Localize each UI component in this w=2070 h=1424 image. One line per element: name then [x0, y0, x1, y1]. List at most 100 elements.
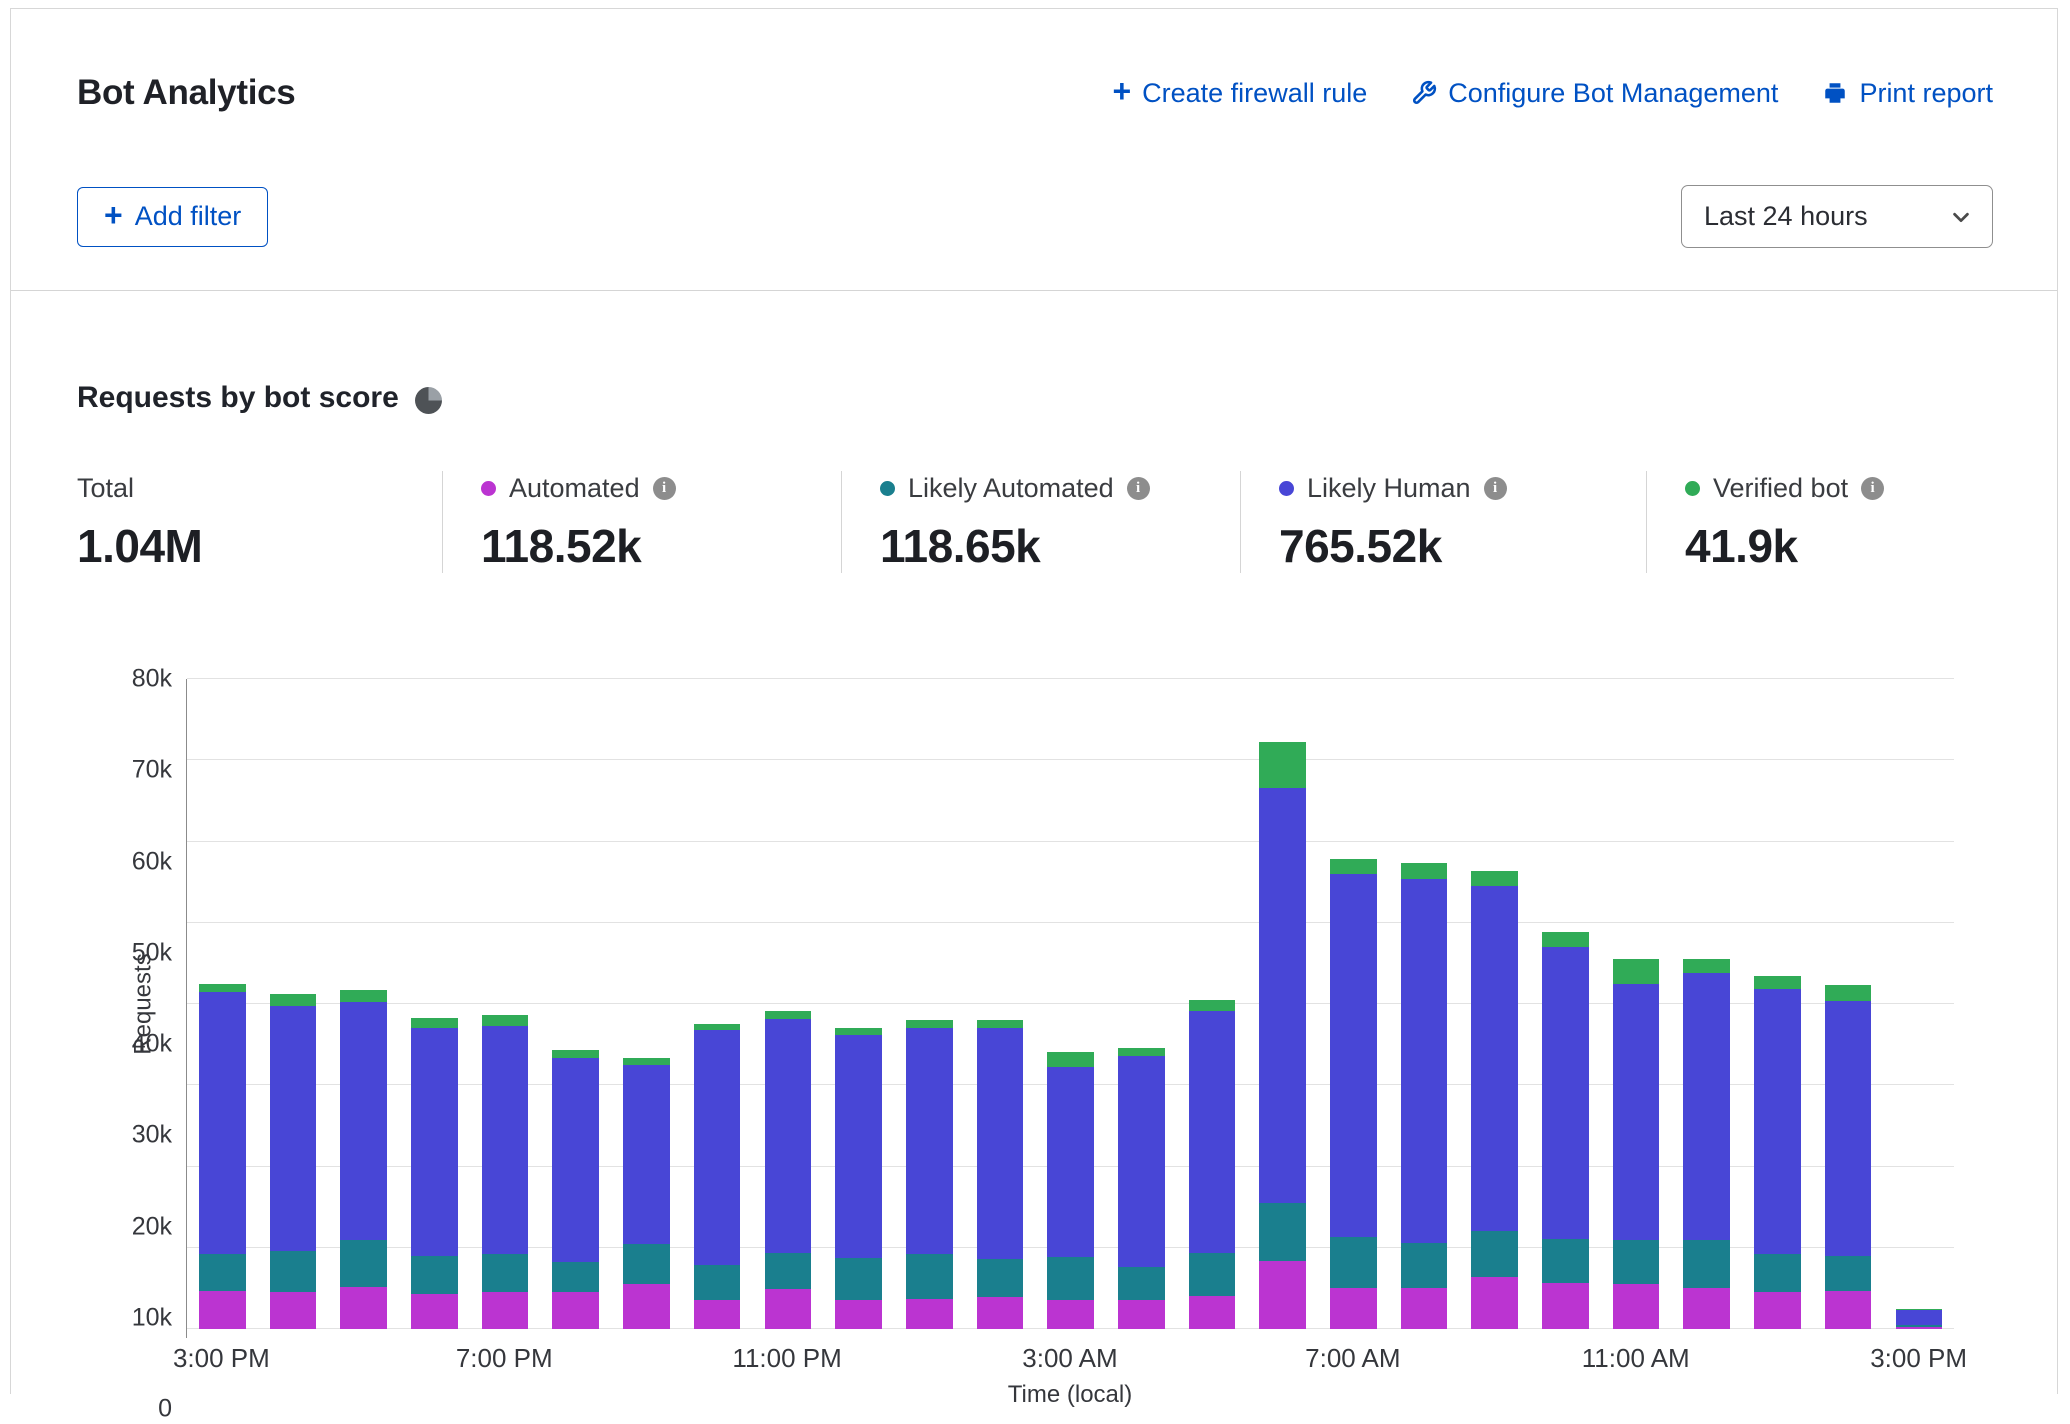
- bar-segment: [1683, 1240, 1730, 1288]
- bar-segment: [1613, 1240, 1660, 1284]
- bar-segment: [906, 1254, 953, 1299]
- bar-segment: [1471, 1231, 1518, 1277]
- bar-segment: [552, 1262, 599, 1292]
- x-axis-tick-label: [1176, 1337, 1247, 1379]
- x-axis-tick-label: [327, 1337, 398, 1379]
- bar-slot-7[interactable]: [682, 679, 753, 1329]
- bar-slot-17[interactable]: [1389, 679, 1460, 1329]
- bar-segment: [270, 994, 317, 1006]
- x-axis-tick-label: [822, 1337, 893, 1379]
- stat-label: Automated: [509, 473, 640, 504]
- bar-segment: [1189, 1296, 1236, 1329]
- bar-segment: [1401, 863, 1448, 878]
- info-icon[interactable]: i: [1861, 477, 1884, 500]
- x-axis-tick-label: [610, 1337, 681, 1379]
- pie-chart-icon: [415, 387, 442, 414]
- bar-slot-18[interactable]: [1459, 679, 1530, 1329]
- bar-segment: [977, 1297, 1024, 1330]
- bar-slot-15[interactable]: [1247, 679, 1318, 1329]
- page-title: Bot Analytics: [77, 73, 295, 113]
- bar-segment: [1542, 947, 1589, 1239]
- bar-slot-23[interactable]: [1813, 679, 1884, 1329]
- plus-icon: +: [1112, 75, 1131, 107]
- bar-segment: [1118, 1300, 1165, 1329]
- bar-segment: [1683, 973, 1730, 1240]
- bar-slot-21[interactable]: [1671, 679, 1742, 1329]
- bar-slot-6[interactable]: [611, 679, 682, 1329]
- create-firewall-rule-link[interactable]: + Create firewall rule: [1112, 77, 1367, 109]
- bar-segment: [623, 1284, 670, 1329]
- bar-segment: [411, 1256, 458, 1294]
- stat-value: 41.9k: [1685, 519, 1993, 573]
- bar-segment: [1754, 989, 1801, 1254]
- y-axis-tick-label: 50k: [132, 938, 172, 967]
- x-axis-tick-label: 11:00 AM: [1600, 1337, 1671, 1379]
- bar-segment: [411, 1028, 458, 1256]
- bar-segment: [270, 1251, 317, 1292]
- bar-segment: [340, 1240, 387, 1287]
- stat-total: Total 1.04M: [77, 471, 442, 573]
- bar-segment: [835, 1300, 882, 1329]
- bar-segment: [199, 992, 246, 1254]
- chevron-down-icon: [1950, 206, 1972, 228]
- bar-slot-13[interactable]: [1106, 679, 1177, 1329]
- bar-slot-2[interactable]: [328, 679, 399, 1329]
- bar-slot-3[interactable]: [399, 679, 470, 1329]
- bar-segment: [1401, 879, 1448, 1243]
- bar-slot-8[interactable]: [753, 679, 824, 1329]
- bar-segment: [552, 1292, 599, 1329]
- bar-slot-22[interactable]: [1742, 679, 1813, 1329]
- bar-slot-14[interactable]: [1177, 679, 1248, 1329]
- print-report-label: Print report: [1859, 78, 1993, 109]
- bar-slot-19[interactable]: [1530, 679, 1601, 1329]
- x-axis-tick-label: 3:00 AM: [1035, 1337, 1106, 1379]
- bar-slot-5[interactable]: [540, 679, 611, 1329]
- bar-segment: [340, 990, 387, 1002]
- info-icon[interactable]: i: [653, 477, 676, 500]
- bar-slot-20[interactable]: [1601, 679, 1672, 1329]
- bar-slot-9[interactable]: [823, 679, 894, 1329]
- bar-segment: [1471, 1277, 1518, 1329]
- content: Requests by bot score Total 1.04M Automa…: [11, 291, 2057, 1409]
- x-axis-tick-label: [1388, 1337, 1459, 1379]
- bar-segment: [1189, 1000, 1236, 1011]
- bar-slot-24[interactable]: [1884, 679, 1955, 1329]
- add-filter-button[interactable]: + Add filter: [77, 187, 268, 247]
- header-actions: + Create firewall rule Configure Bot Man…: [1112, 77, 1993, 109]
- bar-segment: [1189, 1253, 1236, 1296]
- bar-segment: [906, 1020, 953, 1027]
- bar-segment: [765, 1011, 812, 1018]
- configure-bot-management-link[interactable]: Configure Bot Management: [1411, 78, 1778, 109]
- info-icon[interactable]: i: [1127, 477, 1150, 500]
- print-report-link[interactable]: Print report: [1822, 78, 1993, 109]
- x-axis-tick-label: 11:00 PM: [752, 1337, 823, 1379]
- bar-segment: [1189, 1011, 1236, 1253]
- x-axis-tick-label: [1742, 1337, 1813, 1379]
- stat-label: Likely Human: [1307, 473, 1471, 504]
- info-icon[interactable]: i: [1484, 477, 1507, 500]
- bars: [187, 679, 1954, 1329]
- bar-slot-4[interactable]: [470, 679, 541, 1329]
- section-title: Requests by bot score: [77, 381, 399, 415]
- bar-segment: [694, 1030, 741, 1265]
- bar-slot-10[interactable]: [894, 679, 965, 1329]
- bar-slot-1[interactable]: [258, 679, 329, 1329]
- bar-segment: [482, 1254, 529, 1291]
- bar-slot-12[interactable]: [1035, 679, 1106, 1329]
- likely-human-legend-dot: [1279, 481, 1294, 496]
- stats-row: Total 1.04M Automated i 118.52k Likely A…: [77, 471, 1993, 573]
- time-range-select[interactable]: Last 24 hours: [1681, 185, 1993, 248]
- bar-segment: [977, 1259, 1024, 1296]
- bar-slot-16[interactable]: [1318, 679, 1389, 1329]
- y-axis-tick-label: 70k: [132, 756, 172, 785]
- bar-segment: [1754, 976, 1801, 989]
- bar-segment: [1047, 1300, 1094, 1329]
- bar-segment: [1330, 874, 1377, 1237]
- x-axis-tick-label: 3:00 PM: [186, 1337, 257, 1379]
- printer-icon: [1822, 80, 1848, 106]
- bar-slot-11[interactable]: [965, 679, 1036, 1329]
- y-axis-tick-label: 40k: [132, 1030, 172, 1059]
- bar-segment: [1754, 1254, 1801, 1291]
- likely-automated-legend-dot: [880, 481, 895, 496]
- bar-slot-0[interactable]: [187, 679, 258, 1329]
